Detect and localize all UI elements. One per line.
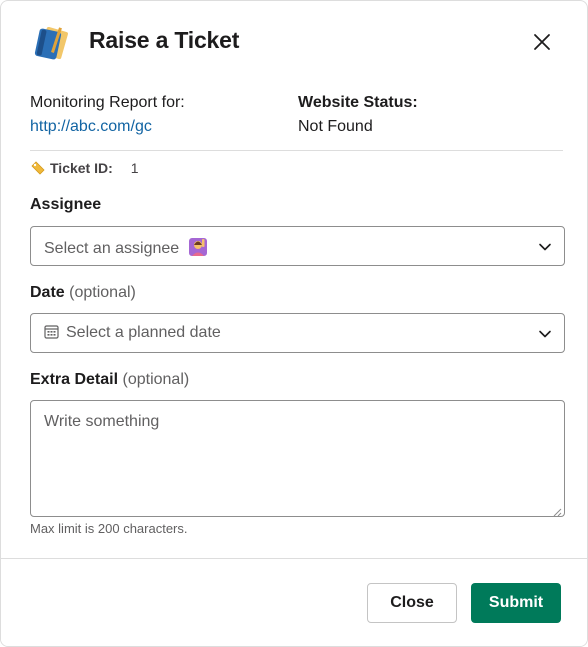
date-label: Date (optional): [30, 284, 136, 302]
ticket-id-row: Ticket ID: 1: [30, 158, 139, 178]
assignee-placeholder-text: Select an assignee: [44, 240, 180, 257]
website-status-value: Not Found: [298, 118, 373, 135]
modal-header: Raise a Ticket: [1, 1, 587, 83]
date-picker[interactable]: Select a planned date: [30, 313, 565, 353]
chevron-down-icon: [538, 240, 552, 254]
calendar-icon: [44, 324, 59, 339]
monitored-url-link[interactable]: http://abc.com/gc: [30, 118, 152, 135]
monitoring-report: Monitoring Report for: http://abc.com/gc: [30, 91, 185, 139]
ticket-id-label: Ticket ID:: [50, 160, 113, 176]
ticket-id-value: 1: [130, 160, 139, 176]
date-placeholder: Select a planned date: [44, 324, 221, 342]
website-status-label: Website Status:: [298, 94, 418, 111]
close-icon[interactable]: [529, 29, 555, 55]
monitoring-report-label: Monitoring Report for:: [30, 94, 185, 111]
modal-title: Raise a Ticket: [89, 27, 240, 53]
date-label-text: Date: [30, 284, 65, 301]
extra-detail-label-text: Extra Detail: [30, 371, 119, 388]
assignee-placeholder: Select an assignee: [44, 237, 208, 258]
resize-handle-icon[interactable]: [552, 504, 562, 517]
assignee-select[interactable]: Select an assignee: [30, 226, 565, 266]
website-status: Website Status: Not Found: [298, 91, 418, 139]
modal-footer: Close Submit: [1, 558, 587, 646]
extra-detail-optional-text: (optional): [122, 371, 190, 388]
section-divider: [30, 150, 563, 151]
raise-ticket-modal: Raise a Ticket Monitoring Report for: ht…: [0, 0, 588, 647]
person-raising-hand-icon: [188, 237, 208, 257]
date-placeholder-text: Select a planned date: [66, 324, 221, 341]
extra-detail-placeholder: Write something: [44, 413, 160, 430]
extra-detail-label: Extra Detail (optional): [30, 371, 189, 389]
date-optional-text: (optional): [69, 284, 136, 301]
assignee-label: Assignee: [30, 196, 102, 213]
extra-detail-textarea[interactable]: Write something: [30, 400, 565, 517]
submit-button[interactable]: Submit: [471, 583, 561, 623]
notebook-icon: [30, 23, 70, 63]
tag-icon: [30, 160, 46, 176]
close-button[interactable]: Close: [367, 583, 457, 623]
chevron-down-icon: [538, 327, 552, 341]
character-limit-hint: Max limit is 200 characters.: [30, 521, 188, 536]
